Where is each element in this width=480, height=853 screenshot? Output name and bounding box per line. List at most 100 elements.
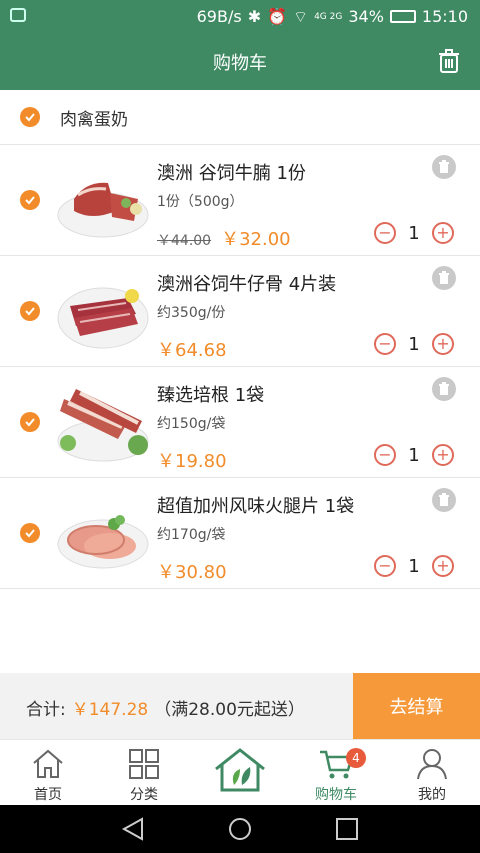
checkout-button[interactable]: 去结算: [353, 673, 480, 739]
quantity-value: 1: [408, 555, 420, 577]
cart-item: 澳洲 谷饲牛腩 1份 1份（500g） ￥44.00 ￥32.00 − 1 +: [0, 145, 480, 256]
product-spec: 约170g/袋: [157, 527, 226, 543]
trash-icon[interactable]: [438, 49, 460, 73]
product-spec: 约350g/份: [157, 305, 226, 321]
trash-icon: [439, 493, 449, 506]
total-label: 合计:: [26, 700, 66, 720]
item-checkbox[interactable]: [20, 523, 40, 543]
trash-icon: [439, 160, 449, 173]
product-image: [57, 389, 149, 462]
delete-item-button[interactable]: [432, 155, 456, 179]
category-checkbox[interactable]: [20, 107, 40, 127]
app-root: 69B/s ✱ ⏰ ⌔ 4G 2G 34% 15:10 购物车 肉禽蛋奶 澳洲 …: [0, 0, 480, 853]
decrease-button[interactable]: −: [374, 222, 396, 244]
total-summary: 合计: ￥147.28 （满28.00元起送）: [26, 695, 305, 720]
product-image: [57, 182, 149, 238]
bottom-tab-bar: 首页 分类 购物车 4 我的: [0, 739, 480, 805]
sale-price: ￥19.80: [157, 451, 227, 472]
item-checkbox[interactable]: [20, 190, 40, 210]
quantity-stepper: − 1 +: [374, 332, 454, 356]
price-row: ￥30.80: [157, 558, 227, 584]
price-row: ￥44.00 ￥32.00: [157, 225, 291, 251]
product-name: 澳洲谷饲牛仔骨 4片装: [157, 274, 337, 295]
network-type: 4G 2G: [314, 11, 343, 22]
bluetooth-icon: ✱: [247, 7, 262, 26]
tab-brand-home[interactable]: [192, 740, 288, 806]
notification-icon: [10, 8, 26, 22]
decrease-button[interactable]: −: [374, 555, 396, 577]
product-spec: 约150g/袋: [157, 416, 226, 432]
check-icon: [25, 196, 35, 205]
category-label: 肉禽蛋奶: [60, 109, 128, 130]
quantity-value: 1: [408, 444, 420, 466]
trash-icon: [439, 271, 449, 284]
alarm-icon: ⏰: [267, 7, 288, 26]
grid-icon: [129, 749, 159, 779]
tab-cart[interactable]: 购物车 4: [288, 740, 384, 806]
cart-item: 澳洲谷饲牛仔骨 4片装 约350g/份 ￥64.68 − 1 +: [0, 256, 480, 367]
battery-percent: 34%: [348, 7, 384, 26]
page-title: 购物车: [213, 52, 267, 74]
increase-button[interactable]: +: [431, 555, 454, 577]
wifi-icon: ⌔: [293, 6, 309, 26]
check-icon: [25, 307, 35, 316]
price-row: ￥64.68: [157, 336, 227, 362]
tab-label: 我的: [418, 787, 446, 803]
battery-icon: [389, 10, 416, 23]
price-row: ￥19.80: [157, 447, 227, 473]
quantity-stepper: − 1 +: [374, 443, 454, 467]
leaf-house-icon: [215, 748, 265, 792]
product-name: 臻选培根 1袋: [157, 385, 265, 406]
back-icon[interactable]: [120, 817, 146, 841]
tab-profile[interactable]: 我的: [384, 740, 480, 806]
tab-home[interactable]: 首页: [0, 740, 96, 806]
cart-count-badge: 4: [346, 748, 366, 768]
increase-button[interactable]: +: [431, 222, 454, 244]
delete-item-button[interactable]: [432, 488, 456, 512]
tab-label: 购物车: [315, 787, 357, 803]
quantity-value: 1: [408, 333, 420, 355]
system-nav-bar: [0, 805, 480, 853]
product-name: 超值加州风味火腿片 1袋: [157, 496, 355, 517]
top-bar: 购物车: [0, 33, 480, 90]
original-price: ￥44.00: [157, 233, 212, 249]
check-icon: [25, 529, 35, 538]
quantity-stepper: − 1 +: [374, 554, 454, 578]
sale-price: ￥64.68: [157, 340, 227, 361]
trash-icon: [439, 382, 449, 395]
sale-price: ￥32.00: [221, 229, 291, 250]
product-image: [57, 287, 149, 349]
home-icon: [33, 749, 63, 778]
item-checkbox[interactable]: [20, 412, 40, 432]
quantity-value: 1: [408, 222, 420, 244]
tab-label: 首页: [34, 787, 62, 803]
recents-icon[interactable]: [334, 817, 360, 841]
cart-item: 超值加州风味火腿片 1袋 约170g/袋 ￥30.80 − 1 +: [0, 478, 480, 589]
network-speed: 69B/s: [196, 7, 242, 26]
check-icon: [25, 113, 35, 122]
home-nav-icon[interactable]: [227, 817, 253, 841]
decrease-button[interactable]: −: [374, 333, 396, 355]
increase-button[interactable]: +: [431, 333, 454, 355]
sale-price: ￥30.80: [157, 562, 227, 583]
quantity-stepper: − 1 +: [374, 221, 454, 245]
product-name: 澳洲 谷饲牛腩 1份: [157, 163, 306, 184]
clock: 15:10: [421, 7, 468, 26]
status-bar: 69B/s ✱ ⏰ ⌔ 4G 2G 34% 15:10: [0, 0, 480, 33]
product-image: [57, 515, 149, 569]
check-icon: [25, 418, 35, 427]
delete-item-button[interactable]: [432, 266, 456, 290]
decrease-button[interactable]: −: [374, 444, 396, 466]
person-icon: [417, 749, 447, 780]
total-amount: ￥147.28: [71, 700, 149, 720]
product-spec: 1份（500g）: [157, 194, 244, 210]
checkout-bar: 合计: ￥147.28 （满28.00元起送） 去结算: [0, 673, 480, 739]
tab-label: 分类: [130, 787, 158, 803]
category-header: 肉禽蛋奶: [0, 90, 480, 145]
cart-item: 臻选培根 1袋 约150g/袋 ￥19.80 − 1 +: [0, 367, 480, 478]
tab-category[interactable]: 分类: [96, 740, 192, 806]
item-checkbox[interactable]: [20, 301, 40, 321]
increase-button[interactable]: +: [431, 444, 454, 466]
delete-item-button[interactable]: [432, 377, 456, 401]
minimum-order-note: （满28.00元起送）: [154, 700, 305, 720]
